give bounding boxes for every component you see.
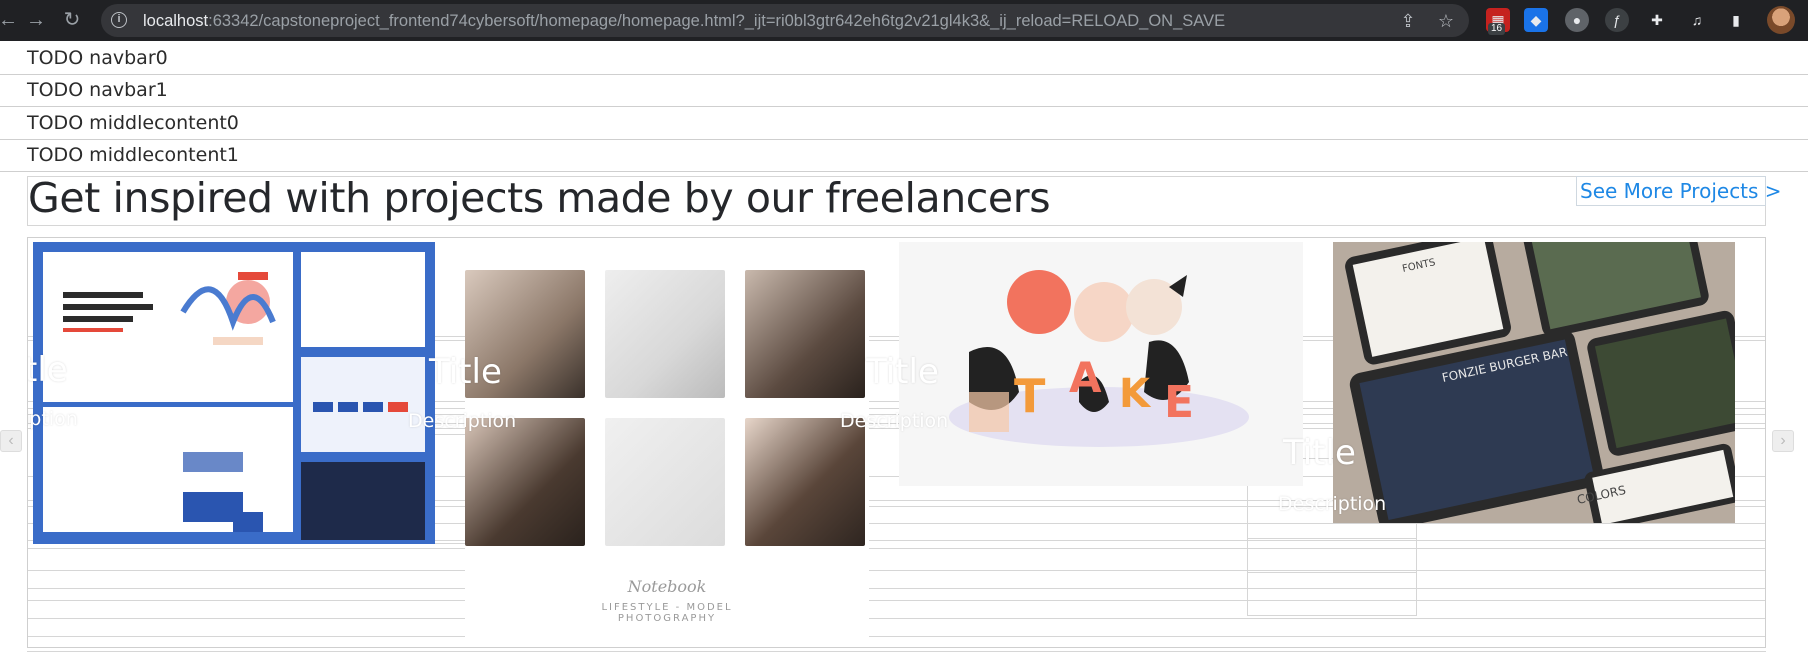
notebook-caption: Notebook xyxy=(627,577,707,596)
health-platform-image xyxy=(43,252,425,540)
todo-middlecontent0: TODO middlecontent0 xyxy=(0,108,1808,140)
star-icon[interactable]: ☆ xyxy=(1435,10,1457,32)
forward-icon[interactable]: → xyxy=(24,8,48,32)
media-icon[interactable]: ♫ xyxy=(1685,8,1709,32)
card-title: tle xyxy=(27,350,68,390)
card-title: Title xyxy=(429,352,502,392)
section-bottom-divider xyxy=(27,651,1766,655)
card-title: Title xyxy=(1283,433,1356,473)
puzzle-icon[interactable]: ✚ xyxy=(1645,8,1669,32)
glasses-extension-icon[interactable]: ● xyxy=(1565,8,1589,32)
browser-toolbar: ← → ↻ i localhost:63342/capstoneproject_… xyxy=(0,0,1808,41)
url-text[interactable]: localhost:63342/capstoneproject_frontend… xyxy=(143,12,1225,31)
info-icon[interactable]: i xyxy=(111,12,127,28)
extension-badge: 16 xyxy=(1488,23,1506,35)
card-description: Description xyxy=(840,410,949,432)
address-bar[interactable]: i localhost:63342/capstoneproject_fronte… xyxy=(101,4,1469,37)
svg-text:T: T xyxy=(1014,369,1046,423)
card-description: Description xyxy=(408,410,517,432)
todo-middlecontent1: TODO middlecontent1 xyxy=(0,140,1808,172)
todo-navbar0: TODO navbar0 xyxy=(0,43,1808,75)
project-card-illustration[interactable]: T A K E xyxy=(899,242,1303,486)
svg-text:E: E xyxy=(1164,377,1194,428)
profile-avatar[interactable] xyxy=(1767,6,1795,34)
carousel-next-arrow[interactable]: › xyxy=(1772,430,1794,452)
feather-extension-icon[interactable]: ƒ xyxy=(1605,8,1629,32)
reload-icon[interactable]: ↻ xyxy=(60,8,84,32)
svg-text:K: K xyxy=(1119,371,1152,417)
svg-text:A: A xyxy=(1069,353,1102,402)
sidebar-icon[interactable]: ▮ xyxy=(1724,8,1748,32)
shield-extension-icon[interactable]: ◆ xyxy=(1524,8,1548,32)
card-title: Title xyxy=(866,352,939,392)
project-card-burger-bar[interactable]: FONZIE BURGER BAR FONTS COLORS xyxy=(1333,242,1735,523)
todo-navbar1: TODO navbar1 xyxy=(0,75,1808,107)
carousel-prev-arrow[interactable]: ‹ xyxy=(0,430,22,452)
card-description: iption xyxy=(27,408,78,430)
card-description: Description xyxy=(1278,493,1387,515)
project-card-health[interactable] xyxy=(33,242,435,544)
projects-carousel: tle iption Notebook LIFESTYLE - MODEL PH… xyxy=(27,237,1766,648)
project-card-notebook[interactable]: Notebook LIFESTYLE - MODEL PHOTOGRAPHY xyxy=(465,242,869,647)
share-icon[interactable]: ⇪ xyxy=(1397,10,1419,32)
burger-bar-branding-image: FONZIE BURGER BAR FONTS COLORS xyxy=(1333,242,1735,523)
section-headline: Get inspired with projects made by our f… xyxy=(28,174,1051,222)
notebook-subcaption: LIFESTYLE - MODEL PHOTOGRAPHY xyxy=(601,602,733,624)
see-more-projects-link[interactable]: See More Projects > xyxy=(1576,176,1782,206)
cats-illustration-image: T A K E xyxy=(949,270,1249,447)
back-icon[interactable]: ← xyxy=(0,8,20,32)
